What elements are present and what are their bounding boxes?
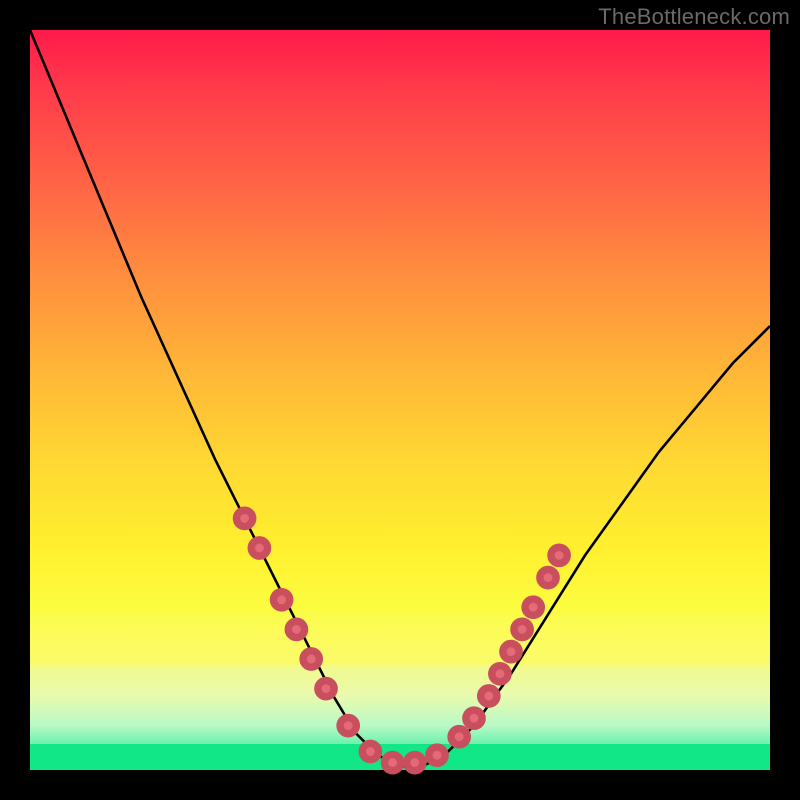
- curve-marker: [451, 729, 467, 745]
- bottleneck-curve-path: [30, 30, 770, 766]
- curve-marker: [525, 599, 541, 615]
- curve-marker: [503, 643, 519, 659]
- curve-marker: [236, 510, 252, 526]
- curve-marker: [481, 688, 497, 704]
- curve-marker: [288, 621, 304, 637]
- curve-marker: [407, 754, 423, 770]
- curve-marker: [318, 680, 334, 696]
- curve-marker: [251, 540, 267, 556]
- watermark-text: TheBottleneck.com: [598, 4, 790, 30]
- curve-marker: [384, 754, 400, 770]
- curve-marker: [273, 592, 289, 608]
- curve-marker: [466, 710, 482, 726]
- curve-marker: [540, 569, 556, 585]
- curve-markers: [236, 510, 567, 770]
- curve-marker: [429, 747, 445, 763]
- curve-marker: [303, 651, 319, 667]
- curve-marker: [362, 743, 378, 759]
- curve-marker: [492, 666, 508, 682]
- curve-marker: [551, 547, 567, 563]
- chart-frame: [30, 30, 770, 770]
- curve-marker: [340, 717, 356, 733]
- curve-marker: [514, 621, 530, 637]
- bottleneck-chart: [30, 30, 770, 770]
